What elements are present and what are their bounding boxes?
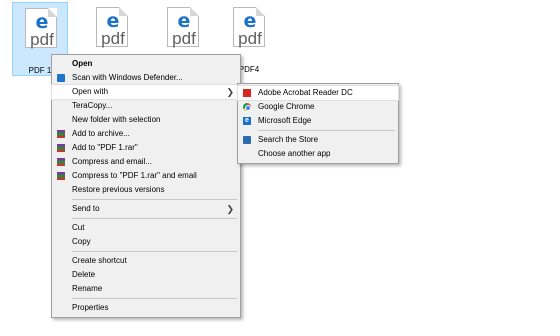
submenu-item-edge[interactable]: e Microsoft Edge xyxy=(238,114,398,128)
menu-item-compress-email[interactable]: Compress and email... xyxy=(52,155,240,169)
chevron-right-icon: ❯ xyxy=(226,87,234,97)
windows-defender-icon xyxy=(57,74,65,82)
acrobat-icon xyxy=(243,89,251,97)
winrar-icon xyxy=(57,172,65,180)
submenu-item-chrome[interactable]: Google Chrome xyxy=(238,100,398,114)
menu-item-rename[interactable]: Rename xyxy=(52,282,240,296)
menu-item-send-to[interactable]: Send to ❯ xyxy=(52,202,240,216)
winrar-icon xyxy=(57,130,65,138)
menu-item-label: Search the Store xyxy=(258,135,319,144)
pdf-icon-text: pdf xyxy=(172,29,196,48)
menu-item-teracopy[interactable]: TeraCopy... xyxy=(52,99,240,113)
menu-item-label: Microsoft Edge xyxy=(258,116,312,125)
menu-item-new-folder[interactable]: New folder with selection xyxy=(52,113,240,127)
chrome-icon xyxy=(243,103,251,111)
menu-separator xyxy=(72,199,237,200)
menu-item-label: Send to xyxy=(72,204,100,213)
submenu-item-store[interactable]: Search the Store xyxy=(238,133,398,147)
menu-separator xyxy=(258,130,395,131)
menu-item-copy[interactable]: Copy xyxy=(52,235,240,249)
menu-item-label: Add to archive... xyxy=(72,129,130,138)
submenu-item-choose[interactable]: Choose another app xyxy=(238,147,398,161)
pdf-document-icon: e pdf xyxy=(96,7,128,48)
menu-item-add-archive[interactable]: Add to archive... xyxy=(52,127,240,141)
chevron-right-icon: ❯ xyxy=(226,204,234,214)
menu-item-cut[interactable]: Cut xyxy=(52,221,240,235)
menu-item-open[interactable]: Open xyxy=(52,57,240,71)
open-with-submenu: Adobe Acrobat Reader DC Google Chrome e … xyxy=(237,83,399,164)
menu-item-label: Compress to "PDF 1.rar" and email xyxy=(72,171,197,180)
menu-item-restore[interactable]: Restore previous versions xyxy=(52,183,240,197)
menu-item-delete[interactable]: Delete xyxy=(52,268,240,282)
menu-item-label: Compress and email... xyxy=(72,157,153,166)
pdf-icon-text: pdf xyxy=(238,29,262,48)
menu-item-label: Adobe Acrobat Reader DC xyxy=(258,88,353,97)
menu-item-properties[interactable]: Properties xyxy=(52,301,240,315)
winrar-icon xyxy=(57,144,65,152)
edge-icon: e xyxy=(243,117,251,125)
menu-separator xyxy=(72,298,237,299)
menu-item-compress-rar-email[interactable]: Compress to "PDF 1.rar" and email xyxy=(52,169,240,183)
menu-item-label: Add to "PDF 1.rar" xyxy=(72,143,138,152)
submenu-item-acrobat[interactable]: Adobe Acrobat Reader DC xyxy=(237,85,399,101)
menu-item-open-with[interactable]: Open with ❯ xyxy=(51,84,241,100)
menu-item-create-shortcut[interactable]: Create shortcut xyxy=(52,254,240,268)
pdf-icon-text: pdf xyxy=(101,29,125,48)
menu-item-scan[interactable]: Scan with Windows Defender... xyxy=(52,71,240,85)
menu-item-label: Scan with Windows Defender... xyxy=(72,73,183,82)
winrar-icon xyxy=(57,158,65,166)
pdf-document-icon: e pdf xyxy=(233,7,265,48)
menu-item-label: Google Chrome xyxy=(258,102,315,111)
pdf-icon-text: pdf xyxy=(30,30,54,49)
menu-separator xyxy=(72,218,237,219)
menu-separator xyxy=(72,251,237,252)
pdf-document-icon: e pdf xyxy=(167,7,199,48)
store-icon xyxy=(243,136,251,144)
menu-item-add-rar[interactable]: Add to "PDF 1.rar" xyxy=(52,141,240,155)
menu-item-label: Open with xyxy=(72,87,109,96)
pdf-document-icon: e pdf xyxy=(25,8,57,49)
context-menu: Open Scan with Windows Defender... Open … xyxy=(51,54,241,318)
